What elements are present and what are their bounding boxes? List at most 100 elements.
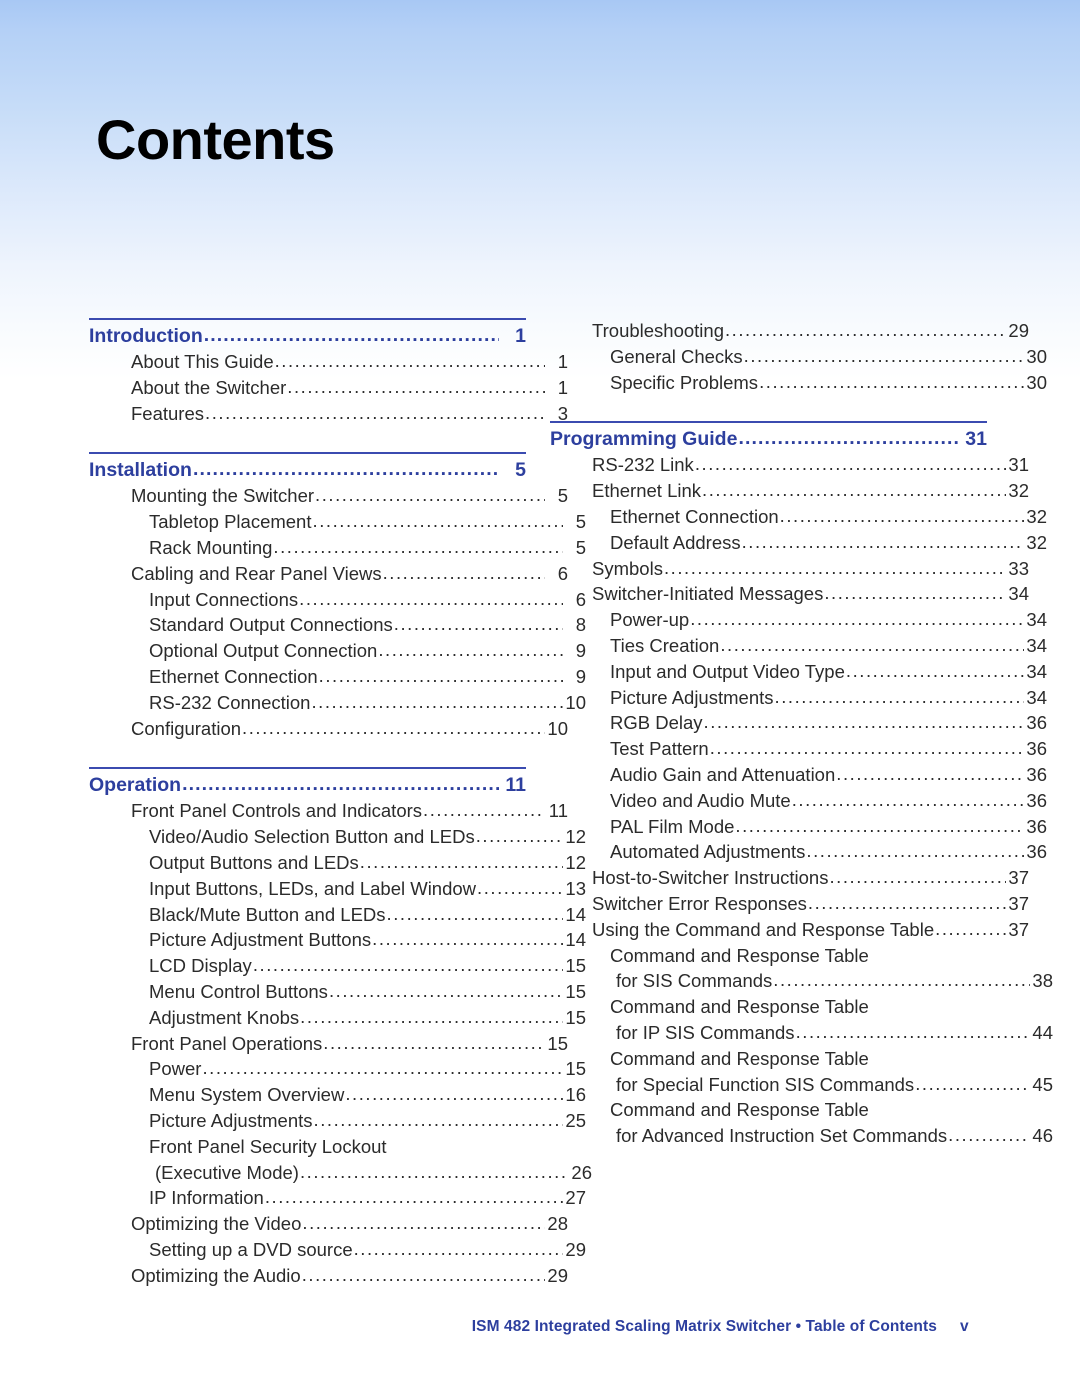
toc-entry[interactable]: PAL Film Mode...........................…	[550, 814, 1047, 840]
toc-entry[interactable]: Tabletop Placement......................…	[89, 509, 586, 535]
toc-entry[interactable]: About the Switcher......................…	[89, 375, 568, 401]
toc-entry-line1[interactable]: Command and Response Table	[550, 943, 987, 969]
toc-entry[interactable]: Standard Output Connections.............…	[89, 612, 586, 638]
dot-leader: ........................................…	[252, 954, 563, 976]
dot-leader: ........................................…	[315, 484, 545, 506]
toc-entry[interactable]: Video and Audio Mute....................…	[550, 788, 1047, 814]
toc-entry[interactable]: Ties Creation...........................…	[550, 633, 1047, 659]
toc-entry-label: Picture Adjustment Buttons	[149, 929, 372, 951]
toc-entry[interactable]: Host-to-Switcher Instructions...........…	[550, 865, 1029, 891]
toc-entry-label: for Advanced Instruction Set Commands	[616, 1125, 948, 1147]
toc-page-number: 1	[515, 325, 526, 347]
toc-entry[interactable]: Cabling and Rear Panel Views............…	[89, 561, 568, 587]
toc-entry[interactable]: Using the Command and Response Table....…	[550, 917, 1029, 943]
dot-leader: ........................................…	[203, 324, 499, 346]
toc-entry[interactable]: Mounting the Switcher...................…	[89, 483, 568, 509]
toc-entry[interactable]: Picture Adjustments.....................…	[89, 1108, 586, 1134]
toc-entry[interactable]: Audio Gain and Attenuation..............…	[550, 762, 1047, 788]
dot-leader: ........................................…	[378, 639, 563, 661]
toc-entry-label: Switcher Error Responses	[592, 892, 807, 914]
toc-entry-label: Installation	[89, 459, 192, 482]
toc-entry[interactable]: Specific Problems.......................…	[550, 370, 1047, 396]
toc-entry-line2[interactable]: (Executive Mode)........................…	[89, 1160, 592, 1186]
toc-entry-line2[interactable]: for IP SIS Commands.....................…	[550, 1020, 1053, 1046]
toc-section-operation[interactable]: Operation...............................…	[89, 773, 526, 798]
toc-page-number: 32	[1008, 480, 1029, 502]
toc-entry[interactable]: Menu Control Buttons....................…	[89, 979, 586, 1005]
toc-entry-label: Ethernet Connection	[610, 505, 779, 527]
toc-entry-line2[interactable]: for Advanced Instruction Set Commands...…	[550, 1123, 1053, 1149]
toc-page-number: 29	[1008, 320, 1029, 341]
toc-entry[interactable]: Input Connections.......................…	[89, 587, 586, 613]
dot-leader: ........................................…	[702, 479, 1006, 501]
toc-entry[interactable]: Ethernet Link...........................…	[550, 478, 1029, 504]
toc-page-number: 31	[1008, 454, 1029, 476]
toc-entry-label: Input and Output Video Type	[610, 660, 845, 682]
toc-entry[interactable]: Rack Mounting...........................…	[89, 535, 586, 561]
toc-entry[interactable]: Video/Audio Selection Button and LEDs...…	[89, 824, 586, 850]
toc-entry[interactable]: Power...................................…	[89, 1056, 586, 1082]
toc-entry[interactable]: Ethernet Connection.....................…	[89, 664, 586, 690]
toc-entry[interactable]: Troubleshooting.........................…	[550, 318, 1029, 344]
toc-section-introduction[interactable]: Introduction............................…	[89, 324, 526, 349]
toc-section-programming-guide[interactable]: Programming Guide.......................…	[550, 427, 987, 452]
dot-leader: ........................................…	[795, 1020, 1030, 1042]
toc-entry[interactable]: LCD Display.............................…	[89, 953, 586, 979]
toc-page-number: 11	[505, 774, 526, 797]
toc-entry[interactable]: Features................................…	[89, 401, 568, 427]
toc-entry-line2[interactable]: for SIS Commands........................…	[550, 968, 1053, 994]
toc-entry[interactable]: Black/Mute Button and LEDs..............…	[89, 902, 586, 928]
toc-entry[interactable]: Default Address.........................…	[550, 530, 1047, 556]
toc-entry[interactable]: Symbols.................................…	[550, 556, 1029, 582]
dot-leader: ........................................…	[720, 633, 1024, 655]
toc-entry[interactable]: General Checks..........................…	[550, 344, 1047, 370]
toc-entry[interactable]: Input and Output Video Type.............…	[550, 659, 1047, 685]
toc-entry[interactable]: Picture Adjustments.....................…	[550, 685, 1047, 711]
dot-leader: ........................................…	[311, 690, 563, 712]
toc-entry[interactable]: Switcher Error Responses................…	[550, 891, 1029, 917]
toc-entry[interactable]: Adjustment Knobs........................…	[89, 1005, 586, 1031]
toc-entry[interactable]: RGB Delay...............................…	[550, 710, 1047, 736]
toc-entry[interactable]: Switcher-Initiated Messages.............…	[550, 581, 1029, 607]
toc-page-number: 36	[1026, 789, 1047, 811]
toc-entry[interactable]: Optimizing the Video....................…	[89, 1211, 568, 1237]
toc-entry[interactable]: Optional Output Connection..............…	[89, 638, 586, 664]
toc-page-number: 33	[1008, 557, 1029, 579]
toc-entry-label: Picture Adjustments	[610, 686, 774, 708]
toc-entry-label: RGB Delay	[610, 712, 703, 734]
toc-page-number: 27	[565, 1187, 586, 1209]
toc-entry[interactable]: RS-232 Connection.......................…	[89, 690, 586, 716]
toc-entry-line2[interactable]: for Special Function SIS Commands.......…	[550, 1072, 1053, 1098]
toc-entry[interactable]: Output Buttons and LEDs.................…	[89, 850, 586, 876]
toc-entry[interactable]: About This Guide........................…	[89, 349, 568, 375]
toc-page-number: 26	[571, 1161, 592, 1183]
toc-entry-label: Front Panel Operations	[131, 1032, 323, 1054]
toc-entry[interactable]: Menu System Overview....................…	[89, 1082, 586, 1108]
toc-entry[interactable]: Input Buttons, LEDs, and Label Window...…	[89, 876, 586, 902]
toc-entry-line1[interactable]: Command and Response Table	[550, 1097, 987, 1123]
toc-entry[interactable]: Front Panel Controls and Indicators.....…	[89, 798, 568, 824]
toc-entry[interactable]: RS-232 Link.............................…	[550, 452, 1029, 478]
toc-entry[interactable]: Configuration...........................…	[89, 716, 568, 742]
toc-entry-label: Using the Command and Response Table	[592, 918, 935, 940]
toc-entry[interactable]: Front Panel Operations..................…	[89, 1031, 568, 1057]
toc-entry-line1[interactable]: Command and Response Table	[550, 994, 987, 1020]
toc-page-number: 5	[515, 459, 526, 482]
toc-entry-label: Mounting the Switcher	[131, 485, 315, 507]
toc-entry-label: Configuration	[131, 717, 242, 739]
toc-entry-label: About the Switcher	[131, 376, 287, 398]
toc-entry[interactable]: Ethernet Connection.....................…	[550, 504, 1047, 530]
toc-entry-line1[interactable]: Front Panel Security Lockout	[89, 1134, 526, 1160]
dot-leader: ........................................…	[302, 1212, 545, 1234]
toc-entry[interactable]: Setting up a DVD source.................…	[89, 1237, 586, 1263]
toc-entry[interactable]: Picture Adjustment Buttons..............…	[89, 927, 586, 953]
toc-entry[interactable]: IP Information..........................…	[89, 1185, 586, 1211]
toc-entry[interactable]: Optimizing the Audio....................…	[89, 1263, 568, 1289]
toc-entry[interactable]: Automated Adjustments...................…	[550, 839, 1047, 865]
toc-section-installation[interactable]: Installation............................…	[89, 458, 526, 483]
toc-entry-line1[interactable]: Command and Response Table	[550, 1046, 987, 1072]
toc-entry[interactable]: Test Pattern............................…	[550, 736, 1047, 762]
toc-entry[interactable]: Power-up................................…	[550, 607, 1047, 633]
